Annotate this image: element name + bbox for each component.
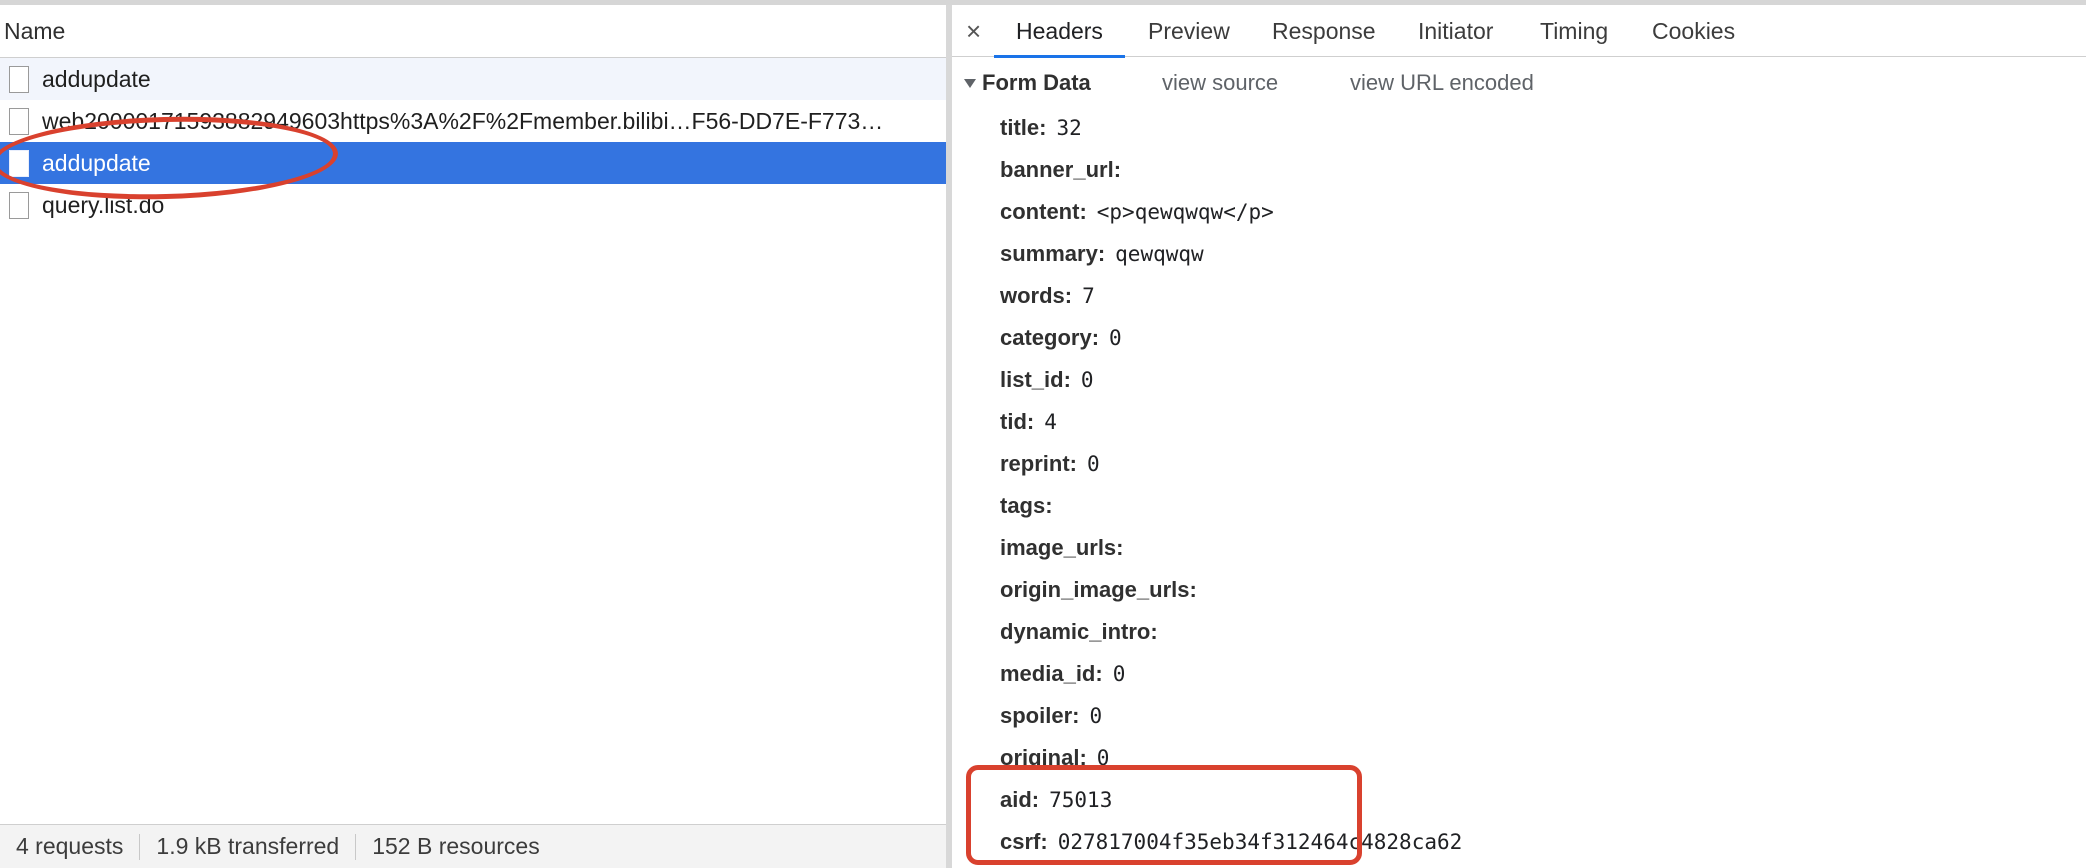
form-data-section-header[interactable]: Form Data xyxy=(964,63,1091,103)
field-key: list_id: xyxy=(1000,367,1071,392)
field-value: 0 xyxy=(1089,704,1103,728)
request-name: addupdate xyxy=(42,65,151,92)
field-value: <p>qewqwqw</p> xyxy=(1096,200,1274,224)
form-field: dynamic_intro: xyxy=(1000,611,1462,653)
form-field: csrf: 027817004f35eb34f312464c4828ca62 xyxy=(1000,821,1462,863)
request-row-selected[interactable]: addupdate xyxy=(0,142,946,184)
form-data-title: Form Data xyxy=(982,70,1091,95)
field-key: spoiler: xyxy=(1000,703,1080,728)
field-key: media_id: xyxy=(1000,661,1103,686)
tab-preview[interactable]: Preview xyxy=(1144,5,1234,57)
document-icon xyxy=(9,191,29,219)
request-name: web20000171593882949603https%3A%2F%2Fmem… xyxy=(42,107,884,134)
field-value: 0 xyxy=(1087,452,1100,476)
field-key: image_urls: xyxy=(1000,535,1124,560)
network-status-bar: 4 requests 1.9 kB transferred 152 B reso… xyxy=(0,824,946,868)
field-key: content: xyxy=(1000,199,1087,224)
field-value: 7 xyxy=(1082,284,1095,308)
field-value: 75013 xyxy=(1049,788,1113,812)
form-field: category: 0 xyxy=(1000,317,1462,359)
form-field: media_id: 0 xyxy=(1000,653,1462,695)
form-field: words: 7 xyxy=(1000,275,1462,317)
request-row[interactable]: query.list.do xyxy=(0,184,946,226)
request-row[interactable]: addupdate xyxy=(0,58,946,100)
document-icon xyxy=(9,149,29,177)
field-value: 32 xyxy=(1056,116,1082,140)
field-key: dynamic_intro: xyxy=(1000,619,1158,644)
field-key: csrf: xyxy=(1000,829,1048,854)
document-icon xyxy=(9,65,29,93)
field-key: summary: xyxy=(1000,241,1106,266)
details-tab-bar: × Headers Preview Response Initiator Tim… xyxy=(952,5,2086,58)
field-value: 0 xyxy=(1112,662,1126,686)
form-field: banner_url: xyxy=(1000,149,1462,191)
form-field: original: 0 xyxy=(1000,737,1462,779)
field-key: reprint: xyxy=(1000,451,1077,476)
form-field: image_urls: xyxy=(1000,527,1462,569)
view-url-encoded-link[interactable]: view URL encoded xyxy=(1350,63,1534,103)
field-value: 027817004f35eb34f312464c4828ca62 xyxy=(1057,830,1463,854)
close-icon[interactable]: × xyxy=(966,5,981,57)
field-value: 0 xyxy=(1109,326,1122,350)
form-field: aid: 75013 xyxy=(1000,779,1462,821)
form-field: tid: 4 xyxy=(1000,401,1462,443)
tab-timing[interactable]: Timing xyxy=(1536,5,1612,57)
tab-initiator[interactable]: Initiator xyxy=(1414,5,1497,57)
document-icon xyxy=(9,107,29,135)
field-key: original: xyxy=(1000,745,1087,770)
field-key: words: xyxy=(1000,283,1073,308)
field-key: tags: xyxy=(1000,493,1053,518)
field-key: origin_image_urls: xyxy=(1000,577,1197,602)
view-source-link[interactable]: view source xyxy=(1162,63,1278,103)
form-field: reprint: 0 xyxy=(1000,443,1462,485)
field-key: banner_url: xyxy=(1000,157,1122,182)
name-column-header[interactable]: Name xyxy=(0,5,946,58)
form-field: tags: xyxy=(1000,485,1462,527)
field-key: tid: xyxy=(1000,409,1035,434)
form-field: origin_image_urls: xyxy=(1000,569,1462,611)
form-field: title: 32 xyxy=(1000,107,1462,149)
form-data-fields: title: 32 banner_url: content: <p>qewqwqw<… xyxy=(1000,107,1462,863)
tab-cookies[interactable]: Cookies xyxy=(1648,5,1739,57)
transferred-size: 1.9 kB transferred xyxy=(156,833,340,859)
tab-headers[interactable]: Headers xyxy=(994,5,1125,58)
field-key: aid: xyxy=(1000,787,1040,812)
form-field: spoiler: 0 xyxy=(1000,695,1462,737)
field-value: 0 xyxy=(1096,746,1110,770)
request-name: query.list.do xyxy=(42,191,165,218)
form-field: list_id: 0 xyxy=(1000,359,1462,401)
request-details-pane: × Headers Preview Response Initiator Tim… xyxy=(952,5,2086,868)
request-list: addupdate web20000171593882949603https%3… xyxy=(0,58,946,226)
field-value: 4 xyxy=(1044,410,1057,434)
tab-response[interactable]: Response xyxy=(1268,5,1380,57)
request-name: addupdate xyxy=(42,149,151,176)
resources-size: 152 B resources xyxy=(372,833,540,859)
request-row[interactable]: web20000171593882949603https%3A%2F%2Fmem… xyxy=(0,100,946,142)
request-list-pane: Name addupdate web20000171593882949603ht… xyxy=(0,5,946,868)
form-field: summary: qewqwqw xyxy=(1000,233,1462,275)
request-count: 4 requests xyxy=(16,833,124,859)
field-key: title: xyxy=(1000,115,1047,140)
field-value: qewqwqw xyxy=(1115,242,1204,266)
form-field: content: <p>qewqwqw</p> xyxy=(1000,191,1462,233)
field-value: 0 xyxy=(1080,368,1094,392)
triangle-down-icon[interactable] xyxy=(964,78,976,88)
field-key: category: xyxy=(1000,325,1100,350)
